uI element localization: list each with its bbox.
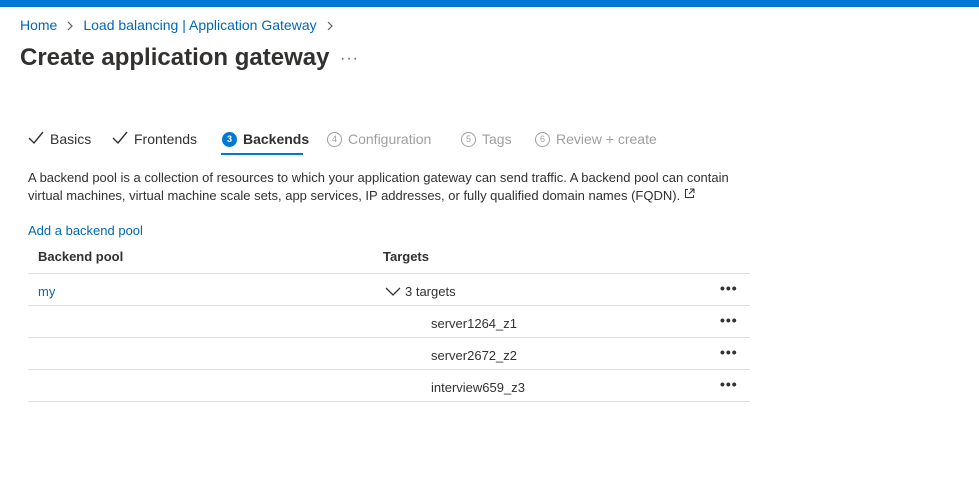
tab-tags: 5 Tags [461,126,512,152]
step-number-badge: 4 [327,131,342,147]
active-tab-indicator [221,153,303,155]
step-number-badge: 6 [535,131,550,147]
add-backend-pool-link[interactable]: Add a backend pool [28,223,143,238]
row-more-button[interactable]: ••• [720,280,738,296]
backend-pool-description: A backend pool is a collection of resour… [28,169,748,204]
table-row: my 3 targets ••• [28,274,750,306]
tab-backends[interactable]: 3 Backends [222,126,309,152]
tab-label: Tags [482,131,512,147]
target-name: interview659_z3 [431,380,525,395]
checkmark-icon [112,131,128,148]
chevron-right-icon [63,17,77,33]
table-row: interview659_z3 ••• [28,370,750,402]
backend-pools-table: Backend pool Targets my 3 targets ••• se… [28,243,750,402]
tab-label: Backends [243,131,310,147]
tab-label: Basics [50,131,92,147]
more-options-button[interactable]: ··· [340,50,359,68]
step-number-badge: 5 [461,131,476,147]
tab-label: Frontends [134,131,198,147]
wizard-tabs: Basics Frontends 3 Backends 4 Configurat… [28,126,728,156]
row-more-button[interactable]: ••• [720,344,738,360]
table-row: server2672_z2 ••• [28,338,750,370]
step-number-badge: 3 [222,131,237,147]
target-name: server1264_z1 [431,316,517,331]
checkmark-icon [28,131,44,148]
table-header: Backend pool Targets [28,243,750,274]
column-header-targets: Targets [383,249,429,264]
row-more-button[interactable]: ••• [720,312,738,328]
tab-label: Configuration [348,131,432,147]
external-link-icon[interactable] [684,186,695,203]
row-more-button[interactable]: ••• [720,376,738,392]
page-title: Create application gateway [20,44,330,71]
backend-pool-link[interactable]: my [38,284,55,299]
description-text: A backend pool is a collection of resour… [28,170,729,203]
tab-label: Review + create [556,131,657,147]
tab-configuration: 4 Configuration [327,126,431,152]
column-header-backend-pool: Backend pool [38,249,124,264]
top-accent-bar [0,0,979,7]
breadcrumb: Home Load balancing | Application Gatewa… [20,17,343,33]
targets-summary: 3 targets [405,284,456,299]
table-row: server1264_z1 ••• [28,306,750,338]
breadcrumb-load-balancing[interactable]: Load balancing | Application Gateway [83,17,316,33]
tab-review-create: 6 Review + create [535,126,657,152]
targets-expander[interactable]: 3 targets [385,284,456,299]
tab-basics[interactable]: Basics [28,126,91,152]
chevron-down-icon [385,284,401,299]
chevron-right-icon [323,17,337,33]
tab-frontends[interactable]: Frontends [112,126,197,152]
target-name: server2672_z2 [431,348,517,363]
breadcrumb-home[interactable]: Home [20,17,57,33]
